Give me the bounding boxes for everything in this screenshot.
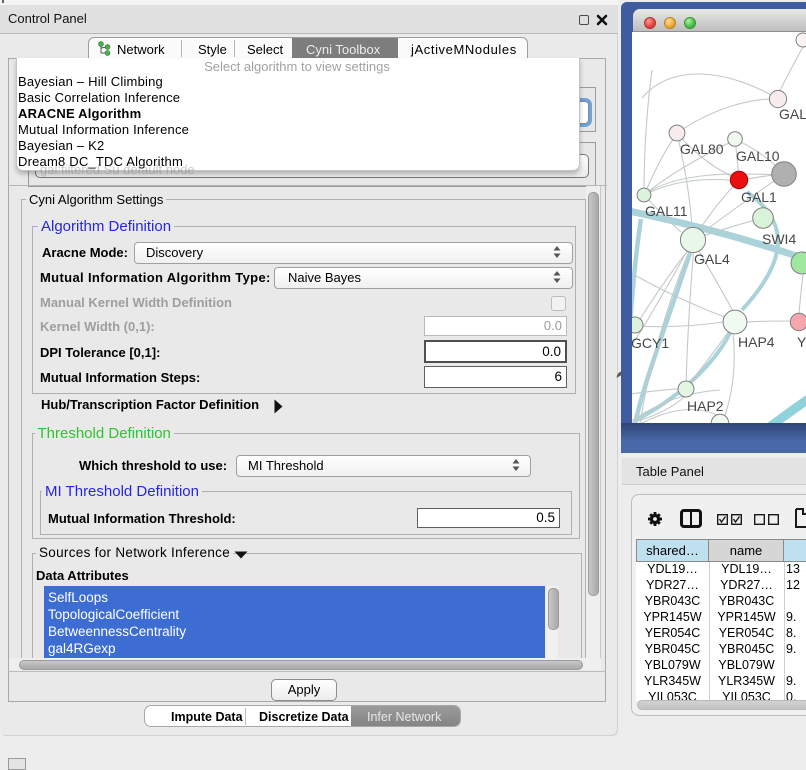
svg-text:GAL10: GAL10: [736, 148, 780, 164]
svg-text:GAL: GAL: [779, 106, 806, 122]
svg-text:GAL4: GAL4: [694, 251, 730, 267]
svg-text:GCY1: GCY1: [632, 335, 669, 351]
svg-text:HAP4: HAP4: [738, 334, 775, 350]
svg-text:HAP2: HAP2: [687, 398, 724, 414]
svg-text:GAL80: GAL80: [680, 141, 724, 157]
svg-text:Y: Y: [797, 334, 806, 350]
svg-text:SWI4: SWI4: [762, 231, 796, 247]
svg-text:GAL11: GAL11: [645, 203, 688, 219]
svg-text:GAL1: GAL1: [741, 189, 777, 205]
